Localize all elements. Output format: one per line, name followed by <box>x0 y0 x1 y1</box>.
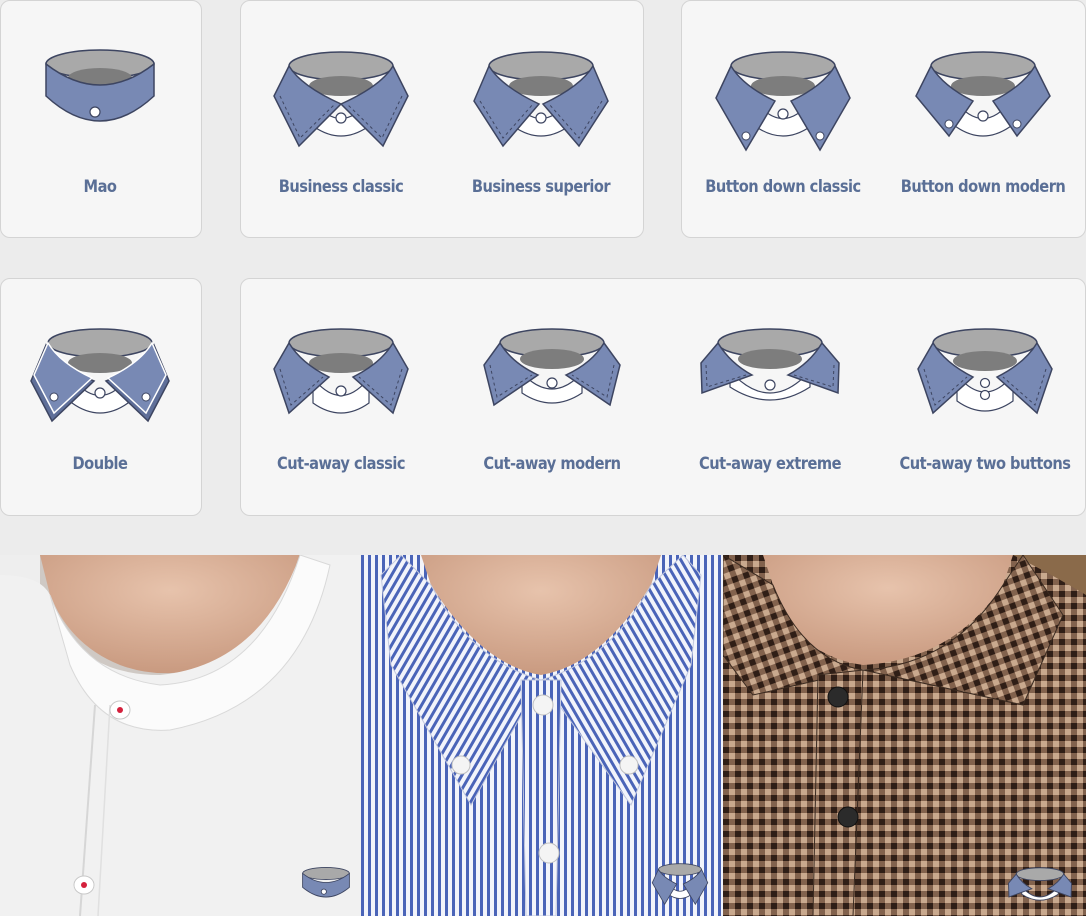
button-down-collar-badge-icon <box>651 863 709 906</box>
button-down-modern-collar-icon <box>915 51 1051 138</box>
cut-away-classic-collar-icon <box>273 328 409 415</box>
collar-option-cut-away-modern[interactable]: Cut-away modern <box>452 323 652 474</box>
option-label: Business superior <box>471 177 611 197</box>
cut-away-extreme-collar-icon <box>700 328 840 401</box>
collar-option-mao[interactable]: Mao <box>0 46 200 197</box>
option-label: Cut-away extreme <box>699 454 841 474</box>
option-label: Cut-away classic <box>277 454 405 474</box>
photo-mao-shirt <box>0 555 361 916</box>
collar-option-cut-away-extreme[interactable]: Cut-away extreme <box>670 323 870 474</box>
photo-cut-away-shirt <box>723 555 1086 916</box>
collar-option-cut-away-two-buttons[interactable]: Cut-away two buttons <box>885 323 1085 474</box>
option-label: Cut-away modern <box>483 454 621 474</box>
cut-away-two-buttons-collar-icon <box>917 328 1053 415</box>
option-label: Button down classic <box>705 177 861 197</box>
collar-option-business-classic[interactable]: Business classic <box>241 46 441 197</box>
collar-option-button-down-modern[interactable]: Button down modern <box>883 46 1083 197</box>
button-down-classic-collar-icon <box>715 51 851 152</box>
option-label: Cut-away two buttons <box>899 454 1071 474</box>
collar-option-business-superior[interactable]: Business superior <box>441 46 641 197</box>
cut-away-modern-collar-icon <box>483 328 621 407</box>
cut-away-collar-badge-icon <box>1008 867 1072 901</box>
option-label: Button down modern <box>900 177 1066 197</box>
mao-collar-badge-icon <box>302 866 350 898</box>
business-superior-collar-icon <box>473 51 609 148</box>
option-label: Business classic <box>278 177 404 197</box>
photo-button-down-shirt <box>361 555 723 916</box>
collar-option-button-down-classic[interactable]: Button down classic <box>683 46 883 197</box>
double-collar-icon <box>30 328 170 423</box>
collar-option-double[interactable]: Double <box>0 323 200 474</box>
business-classic-collar-icon <box>273 51 409 148</box>
collar-option-cut-away-classic[interactable]: Cut-away classic <box>241 323 441 474</box>
option-label: Double <box>72 454 128 474</box>
mao-collar-icon <box>45 49 155 122</box>
option-label: Mao <box>83 177 117 197</box>
